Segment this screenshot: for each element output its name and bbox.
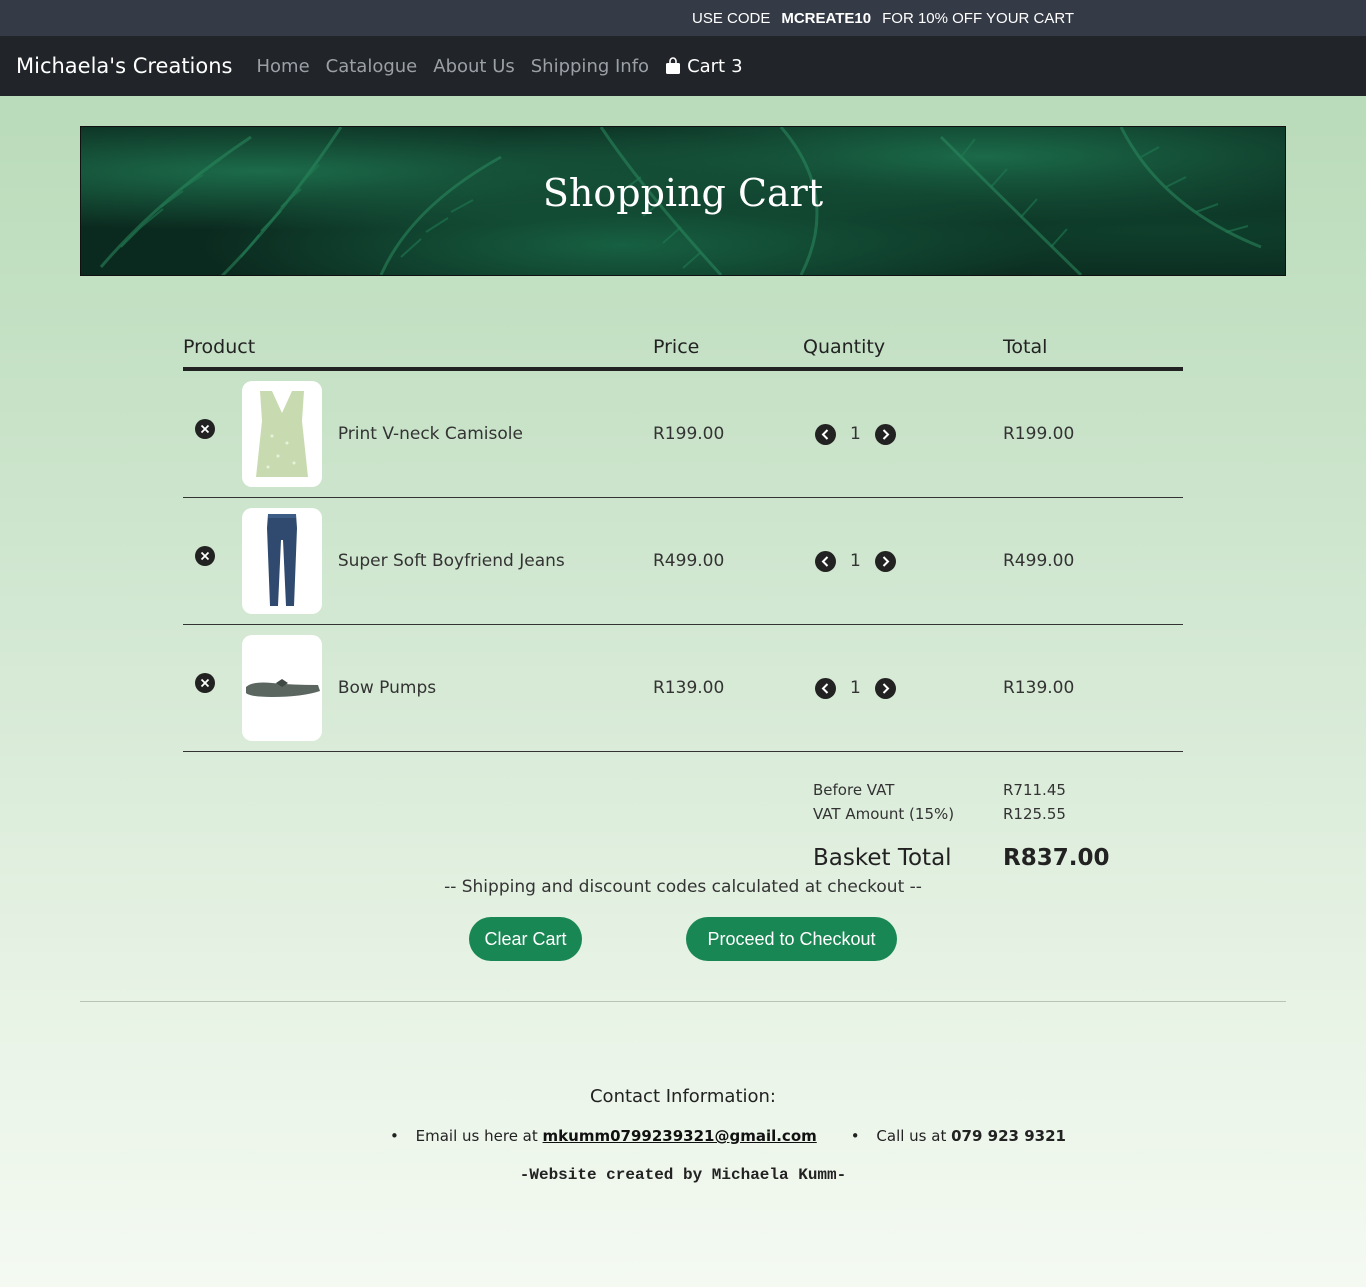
checkout-note: -- Shipping and discount codes calculate… xyxy=(444,877,922,897)
increase-quantity-icon[interactable] xyxy=(874,550,896,572)
product-image-pumps xyxy=(242,635,323,741)
product-cell: Super Soft Boyfriend Jeans xyxy=(183,497,653,625)
promo-banner: USE CODE MCREATE10 FOR 10% OFF YOUR CART xyxy=(0,0,1366,36)
decrease-quantity-icon[interactable] xyxy=(815,677,836,699)
navbar: Michaela's Creations Home Catalogue Abou… xyxy=(0,36,1366,96)
product-image-jeans xyxy=(242,508,323,614)
remove-item-icon[interactable] xyxy=(195,419,215,439)
header-price: Price xyxy=(653,328,803,371)
price-cell: R139.00 xyxy=(653,624,803,752)
nav-catalogue[interactable]: Catalogue xyxy=(326,56,418,77)
vat-value: R125.55 xyxy=(1003,805,1066,823)
quantity-cell: 1 xyxy=(803,369,1003,498)
quantity-stepper: 1 xyxy=(815,550,1003,572)
table-header-row: Product Price Quantity Total xyxy=(183,328,1183,371)
header-total: Total xyxy=(1003,328,1183,371)
before-vat-label: Before VAT xyxy=(813,781,895,799)
product-image-camisole xyxy=(242,381,323,487)
promo-code: MCREATE10 xyxy=(781,10,872,27)
vat-label: VAT Amount (15%) xyxy=(813,805,955,823)
total-cell: R199.00 xyxy=(1003,369,1183,498)
proceed-to-checkout-button[interactable]: Proceed to Checkout xyxy=(686,917,897,961)
nav-about-us[interactable]: About Us xyxy=(433,56,515,77)
remove-item-icon[interactable] xyxy=(195,673,215,693)
contact-email-item: Email us here at mkumm0799239321@gmail.c… xyxy=(390,1127,817,1145)
product-cell: Bow Pumps xyxy=(183,624,653,752)
footer-divider xyxy=(80,1001,1286,1002)
quantity-value: 1 xyxy=(850,551,861,571)
quantity-stepper: 1 xyxy=(815,423,1003,445)
quantity-cell: 1 xyxy=(803,624,1003,752)
remove-item-icon[interactable] xyxy=(195,546,215,566)
quantity-stepper: 1 xyxy=(815,677,1003,699)
total-cell: R139.00 xyxy=(1003,624,1183,752)
clear-cart-button[interactable]: Clear Cart xyxy=(469,917,582,961)
site-credit: -Website created by Michaela Kumm- xyxy=(519,1166,847,1184)
increase-quantity-icon[interactable] xyxy=(874,677,896,699)
decrease-quantity-icon[interactable] xyxy=(815,423,836,445)
email-link[interactable]: mkumm0799239321@gmail.com xyxy=(543,1127,817,1145)
table-row: Print V-neck Camisole R199.00 1 R199.00 xyxy=(183,369,1183,498)
table-row: Super Soft Boyfriend Jeans R499.00 1 R49… xyxy=(183,497,1183,625)
nav-home[interactable]: Home xyxy=(256,56,309,77)
shopping-bag-icon xyxy=(665,57,681,75)
total-cell: R499.00 xyxy=(1003,497,1183,625)
contact-title: Contact Information: xyxy=(589,1086,776,1107)
hero-banner: Shopping Cart xyxy=(80,126,1286,276)
quantity-cell: 1 xyxy=(803,497,1003,625)
contact-phone-item: Call us at 079 923 9321 xyxy=(851,1127,1066,1145)
nav-cart[interactable]: Cart 3 xyxy=(665,56,743,77)
increase-quantity-icon[interactable] xyxy=(874,423,896,445)
phone-prefix: Call us at xyxy=(876,1127,947,1145)
product-name: Super Soft Boyfriend Jeans xyxy=(337,551,565,571)
product-cell: Print V-neck Camisole xyxy=(183,369,653,498)
brand-logo[interactable]: Michaela's Creations xyxy=(16,54,232,78)
order-summary: Before VAT R711.45 VAT Amount (15%) R125… xyxy=(813,778,1109,874)
email-prefix: Email us here at xyxy=(415,1127,538,1145)
price-cell: R499.00 xyxy=(653,497,803,625)
cart-table: Product Price Quantity Total Print V-nec… xyxy=(183,328,1183,752)
phone-number: 079 923 9321 xyxy=(951,1127,1066,1145)
cart-count: 3 xyxy=(731,55,743,77)
nav-shipping-info[interactable]: Shipping Info xyxy=(531,56,649,77)
contact-list: Email us here at mkumm0799239321@gmail.c… xyxy=(390,1127,1066,1145)
basket-total-label: Basket Total xyxy=(813,845,952,871)
price-cell: R199.00 xyxy=(653,369,803,498)
quantity-value: 1 xyxy=(850,678,861,698)
header-product: Product xyxy=(183,328,653,371)
product-name: Bow Pumps xyxy=(337,678,437,698)
decrease-quantity-icon[interactable] xyxy=(815,550,836,572)
basket-total-value: R837.00 xyxy=(1003,845,1110,871)
quantity-value: 1 xyxy=(850,424,861,444)
promo-suffix: FOR 10% OFF YOUR CART xyxy=(882,10,1075,27)
before-vat-value: R711.45 xyxy=(1003,781,1066,799)
promo-prefix: USE CODE xyxy=(692,10,771,27)
page-title: Shopping Cart xyxy=(542,171,824,215)
product-name: Print V-neck Camisole xyxy=(337,424,523,444)
header-quantity: Quantity xyxy=(803,328,1003,371)
table-row: Bow Pumps R139.00 1 R139.00 xyxy=(183,624,1183,752)
cart-label: Cart xyxy=(687,55,726,77)
